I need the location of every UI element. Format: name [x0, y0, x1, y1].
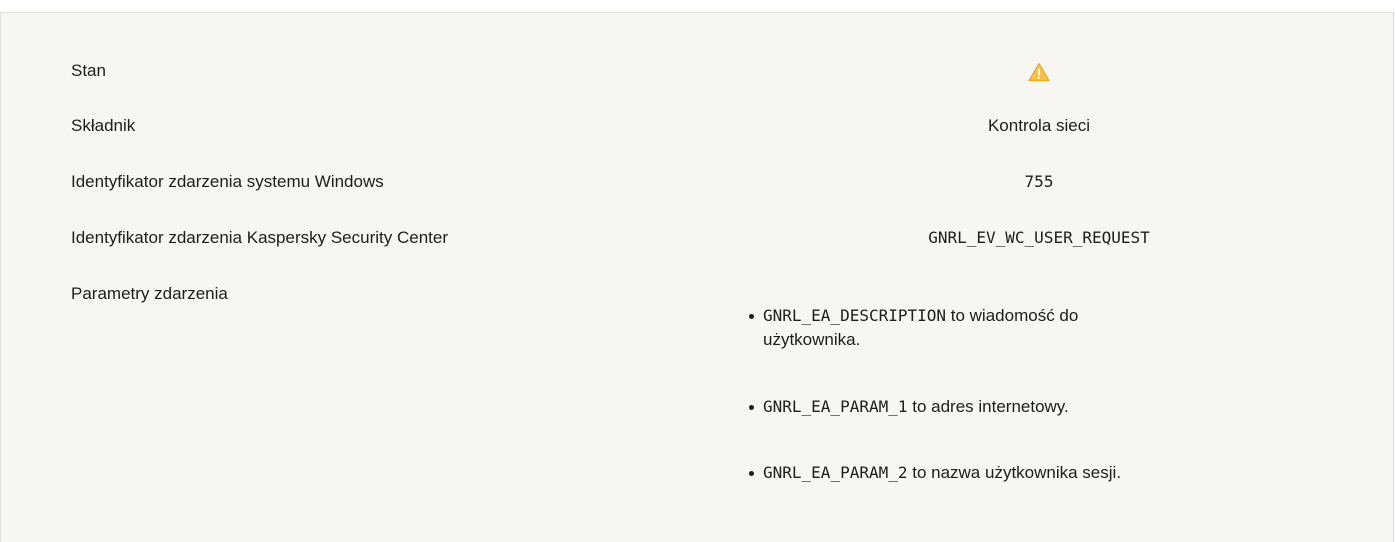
param-text: to nazwa użytkownika sesji.	[907, 463, 1122, 482]
row-label: Parametry zdarzenia	[71, 284, 228, 303]
param-text: to adres internetowy.	[907, 397, 1069, 416]
status-value	[751, 59, 1327, 83]
event-details-table: Stan Składnik Kontrola sieci Identyfikat…	[0, 12, 1394, 542]
row-label: Stan	[71, 61, 106, 80]
bullet	[749, 471, 754, 476]
component-value: Kontrola sieci	[987, 116, 1091, 135]
bullet	[749, 405, 754, 410]
list-item: GNRL_EA_DESCRIPTION to wiadomość do użyt…	[749, 304, 1233, 352]
windows-event-id-value: 755	[1024, 172, 1054, 191]
param-code: GNRL_EA_PARAM_1	[763, 397, 908, 416]
row-label: Identyfikator zdarzenia Kaspersky Securi…	[71, 228, 449, 247]
list-item: GNRL_EA_PARAM_1 to adres internetowy.	[749, 395, 1233, 419]
warning-icon	[1028, 62, 1050, 81]
list-item: GNRL_EA_PARAM_2 to nazwa użytkownika ses…	[749, 461, 1233, 485]
param-code: GNRL_EA_PARAM_2	[763, 463, 908, 482]
row-label: Składnik	[71, 116, 136, 135]
param-text-continued: użytkownika.	[763, 330, 861, 349]
bullet	[749, 314, 754, 319]
param-code: GNRL_EA_DESCRIPTION	[763, 306, 947, 325]
row-label: Identyfikator zdarzenia systemu Windows	[71, 172, 384, 191]
ksc-event-id-value: GNRL_EV_WC_USER_REQUEST	[928, 228, 1150, 247]
param-text: to wiadomość do	[946, 306, 1079, 325]
